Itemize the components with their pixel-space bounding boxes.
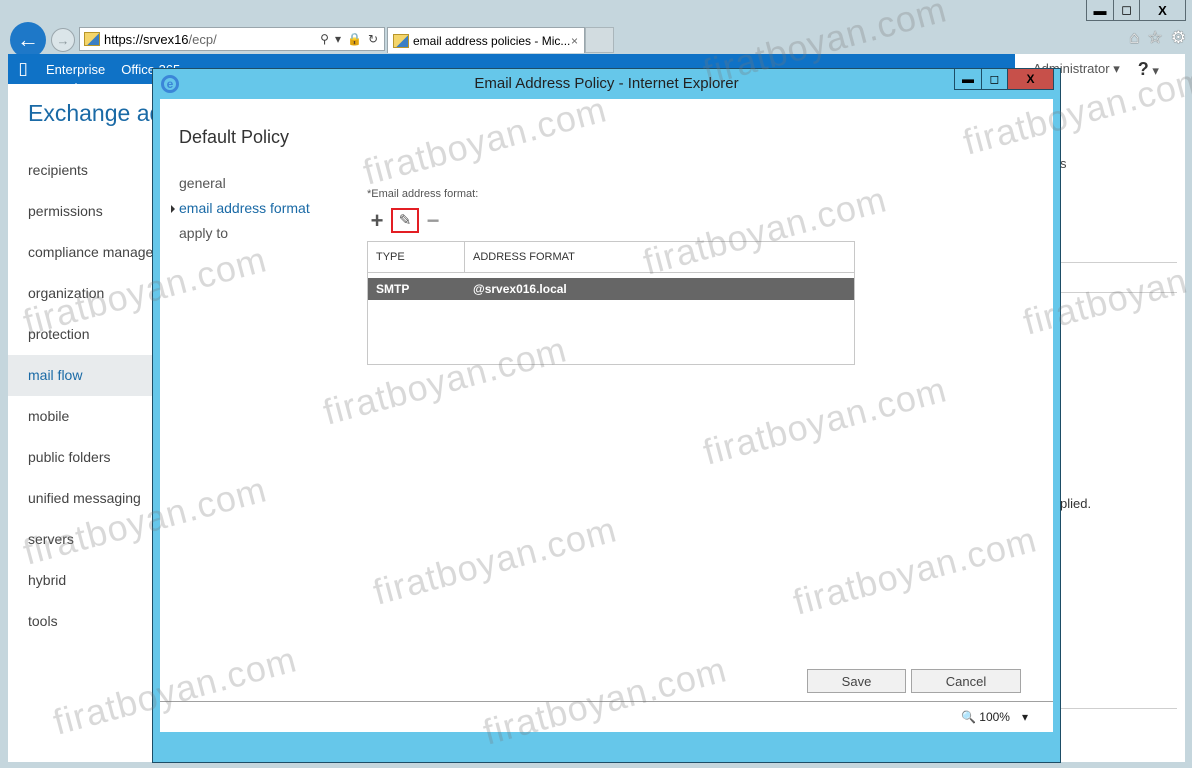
cancel-button[interactable]: Cancel [911, 669, 1021, 693]
nav-item-mail-flow[interactable]: mail flow [8, 355, 158, 396]
close-button[interactable]: X [1139, 0, 1185, 20]
new-tab-button[interactable] [585, 27, 614, 53]
browser-tab[interactable]: email address policies - Mic... × [387, 27, 585, 53]
details-text-fragment: plied. [1060, 496, 1092, 511]
cell-type: SMTP [376, 282, 410, 296]
dialog-content: Default Policy general email address for… [160, 99, 1053, 732]
list-toolbar: + ✎ − [367, 208, 443, 233]
nav-item-protection[interactable]: protection [8, 314, 158, 355]
nav-item-servers[interactable]: servers [8, 519, 158, 560]
minimize-button[interactable]: ▬ [1087, 0, 1113, 20]
favorites-star-icon[interactable]: ☆ [1148, 28, 1163, 48]
nav-item-mobile[interactable]: mobile [8, 396, 158, 437]
page-title: Exchange ad [28, 100, 163, 126]
chevron-down-icon: ▾ [1113, 61, 1120, 76]
cell-address-format: @srvex016.local [473, 282, 567, 296]
zoom-level: 100% [979, 710, 1010, 724]
email-address-format-label: *Email address format: [367, 188, 479, 200]
tab-favicon-icon [393, 33, 409, 48]
dialog-title-bar[interactable]: e Email Address Policy - Internet Explor… [153, 69, 1060, 99]
minimize-button[interactable]: ▬ [955, 69, 981, 89]
office-logo-icon[interactable]: ▯ [8, 59, 38, 79]
maximize-button[interactable]: ◻ [1113, 0, 1139, 20]
divider [1060, 292, 1177, 293]
dialog-title: Email Address Policy - Internet Explorer [474, 75, 739, 92]
nav-item-compliance-management[interactable]: compliance management [8, 232, 158, 273]
dropdown-icon[interactable]: ▾ [335, 32, 341, 46]
divider [1060, 708, 1177, 709]
policy-title: Default Policy [179, 127, 290, 147]
help-menu[interactable]: ? ▾ [1138, 59, 1159, 80]
refresh-icon[interactable]: ↻ [368, 32, 378, 46]
site-favicon-icon [84, 32, 100, 46]
dialog-section-nav: general email address format apply to [171, 171, 310, 246]
tab-title: email address policies - Mic... [413, 33, 571, 48]
section-email-address-format[interactable]: email address format [171, 196, 310, 221]
tab-enterprise[interactable]: Enterprise [38, 62, 113, 87]
nav-item-unified-messaging[interactable]: unified messaging [8, 478, 158, 519]
settings-gear-icon[interactable]: ⚙ [1171, 28, 1186, 48]
back-button[interactable]: ← [10, 22, 46, 58]
nav-item-recipients[interactable]: recipients [8, 150, 158, 191]
browser-tools: ⌂ ☆ ⚙ [1129, 28, 1186, 48]
search-icon[interactable]: ⚲ [320, 32, 329, 46]
section-general[interactable]: general [179, 171, 310, 196]
nav-item-tools[interactable]: tools [8, 601, 158, 642]
address-format-grid: TYPE ADDRESS FORMAT SMTP @srvex016.local [367, 241, 855, 365]
zoom-magnifier-icon: 🔍 [960, 710, 976, 724]
add-button[interactable]: + [367, 207, 387, 233]
zoom-control[interactable]: 🔍 100% [961, 710, 1010, 724]
column-header-address-format[interactable]: ADDRESS FORMAT [465, 242, 575, 272]
help-icon: ? [1137, 58, 1149, 79]
nav-item-organization[interactable]: organization [8, 273, 158, 314]
nav-item-permissions[interactable]: permissions [8, 191, 158, 232]
nav-item-hybrid[interactable]: hybrid [8, 560, 158, 601]
forward-arrow-icon: → [56, 32, 70, 48]
lock-icon[interactable]: 🔒 [347, 32, 362, 46]
edit-button[interactable]: ✎ [391, 208, 419, 233]
nav-item-public-folders[interactable]: public folders [8, 437, 158, 478]
grid-header: TYPE ADDRESS FORMAT [368, 242, 854, 273]
url-host: https://srvex16 [104, 31, 189, 47]
divider [1060, 262, 1177, 263]
forward-button[interactable]: → [51, 28, 75, 52]
maximize-button[interactable]: ◻ [981, 69, 1007, 89]
address-bar[interactable]: https://srvex16/ecp/ ⚲ ▾ 🔒 ↻ [79, 27, 385, 51]
status-bar: 🔍 100% ▾ [160, 702, 1053, 732]
chevron-down-icon: ▾ [1152, 62, 1159, 78]
url-path: /ecp/ [188, 31, 217, 47]
remove-button[interactable]: − [423, 207, 443, 233]
pencil-icon: ✎ [398, 212, 412, 229]
section-apply-to[interactable]: apply to [179, 221, 310, 246]
tab-close-icon[interactable]: × [571, 34, 578, 48]
browser-window-controls: ▬ ◻ X [1086, 0, 1186, 21]
column-header-type[interactable]: TYPE [368, 242, 465, 272]
close-button[interactable]: X [1007, 69, 1053, 89]
left-nav: recipients permissions compliance manage… [8, 150, 158, 642]
email-address-policy-dialog: e Email Address Policy - Internet Explor… [152, 68, 1061, 763]
plus-icon: + [370, 207, 384, 233]
minus-icon: − [426, 207, 440, 233]
back-arrow-icon: ← [17, 27, 39, 52]
zoom-dropdown-icon[interactable]: ▾ [1022, 710, 1028, 724]
save-button[interactable]: Save [807, 669, 906, 693]
dialog-window-controls: ▬ ◻ X [954, 69, 1054, 90]
table-row[interactable]: SMTP @srvex016.local [368, 278, 854, 300]
home-icon[interactable]: ⌂ [1129, 28, 1139, 48]
